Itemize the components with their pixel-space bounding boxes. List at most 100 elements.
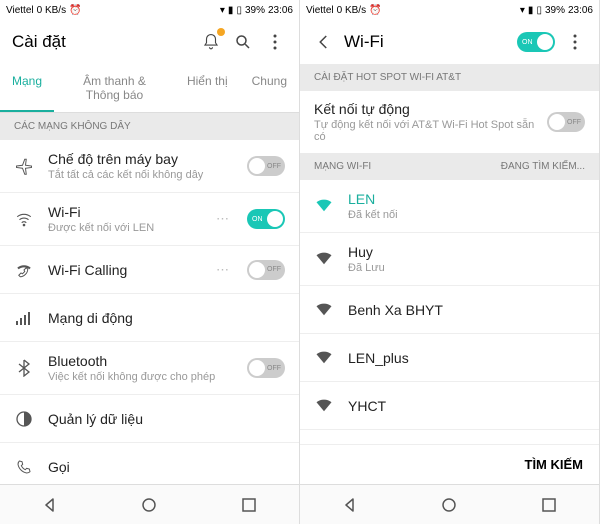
page-title: Cài đặt <box>12 32 191 52</box>
bluetooth-sub: Việc kết nối không được cho phép <box>48 371 233 383</box>
mobile-title: Mạng di động <box>48 310 285 326</box>
battery-icon: ▯ <box>236 5 242 16</box>
auto-connect-title: Kết nối tự động <box>314 101 537 117</box>
home-button[interactable] <box>138 494 160 516</box>
network-row[interactable]: LEN_plus <box>300 334 599 382</box>
page-title: Wi-Fi <box>344 32 509 52</box>
signal-icon: ▮ <box>528 5 534 16</box>
wifi-signal-icon <box>314 351 334 365</box>
wifi-calling-toggle[interactable]: OFF <box>247 260 285 280</box>
wifi-signal-icon <box>314 399 334 413</box>
wifi-calling-title: Wi-Fi Calling <box>48 262 202 278</box>
wifi-signal-icon <box>314 252 334 266</box>
phone-icon <box>14 459 34 475</box>
wifi-icon: ▾ <box>520 5 525 16</box>
back-button[interactable] <box>339 494 361 516</box>
tab-general[interactable]: Chung <box>240 64 299 112</box>
searching-label: ĐANG TÌM KIẾM... <box>501 161 585 172</box>
wifi-calling-icon <box>14 261 34 279</box>
data-rate: 0 KB/s <box>37 5 66 16</box>
carrier: Viettel <box>6 5 34 16</box>
alarm-icon: ⏰ <box>369 5 381 16</box>
network-status: Đã kết nối <box>348 209 585 221</box>
data-manager-icon <box>14 411 34 427</box>
more-dots: ⋯ <box>216 211 229 227</box>
network-name: Huy <box>348 244 585 260</box>
network-row[interactable]: Huy Đã Lưu <box>300 233 599 286</box>
wifi-sub: Được kết nối với LEN <box>48 222 202 234</box>
wifi-icon <box>14 210 34 228</box>
tab-display[interactable]: Hiển thị <box>175 64 240 112</box>
wifi-master-toggle[interactable]: ON <box>517 32 555 52</box>
airplane-title: Chế độ trên máy bay <box>48 151 233 167</box>
wifi-row[interactable]: Wi-Fi Được kết nối với LEN ⋯ ON <box>0 193 299 246</box>
network-row[interactable]: YHCT <box>300 382 599 430</box>
airplane-toggle[interactable]: OFF <box>247 156 285 176</box>
airplane-icon <box>14 157 34 175</box>
mobile-row[interactable]: Mạng di động <box>0 294 299 342</box>
header: Cài đặt <box>0 20 299 64</box>
networks-label: MẠNG WI-FI <box>314 161 371 172</box>
network-name: YHCT <box>348 398 585 414</box>
wifi-screen: Viettel 0 KB/s ⏰ ▾ ▮ ▯ 39% 23:06 Wi-Fi O… <box>300 0 600 524</box>
bluetooth-row[interactable]: Bluetooth Việc kết nối không được cho ph… <box>0 342 299 395</box>
clock: 23:06 <box>268 5 293 16</box>
bluetooth-title: Bluetooth <box>48 353 233 369</box>
network-name: LEN <box>348 191 585 207</box>
wifi-signal-icon <box>314 303 334 317</box>
wifi-icon: ▾ <box>220 5 225 16</box>
status-bar: Viettel 0 KB/s ⏰ ▾ ▮ ▯ 39% 23:06 <box>0 0 299 20</box>
bluetooth-icon <box>14 359 34 377</box>
tabs: Mạng Âm thanh & Thông báo Hiển thị Chung <box>0 64 299 113</box>
wifi-calling-row[interactable]: Wi-Fi Calling ⋯ OFF <box>0 246 299 294</box>
signal-bars-icon <box>14 311 34 325</box>
airplane-row[interactable]: Chế độ trên máy bay Tắt tất cả các kết n… <box>0 140 299 193</box>
networks-section-header: MẠNG WI-FI ĐANG TÌM KIẾM... <box>300 153 599 180</box>
airplane-sub: Tắt tất cả các kết nối không dây <box>48 169 233 181</box>
data-rate: 0 KB/s <box>337 5 366 16</box>
nav-bar <box>0 484 299 524</box>
clock: 23:06 <box>568 5 593 16</box>
call-row[interactable]: Gọi <box>0 443 299 484</box>
battery-icon: ▯ <box>536 5 542 16</box>
data-manager-title: Quản lý dữ liệu <box>48 411 285 427</box>
call-title: Gọi <box>48 459 285 475</box>
network-status: Đã Lưu <box>348 262 585 274</box>
overflow-icon[interactable] <box>563 30 587 54</box>
back-button[interactable] <box>39 494 61 516</box>
wifi-title: Wi-Fi <box>48 204 202 220</box>
auto-connect-sub: Tự động kết nối với AT&T Wi-Fi Hot Spot … <box>314 119 537 143</box>
recent-button[interactable] <box>538 494 560 516</box>
wireless-section-header: CÁC MẠNG KHÔNG DÂY <box>0 113 299 140</box>
search-action[interactable]: TÌM KIẾM <box>300 444 599 484</box>
home-button[interactable] <box>438 494 460 516</box>
wifi-toggle[interactable]: ON <box>247 209 285 229</box>
battery-pct: 39% <box>245 5 265 16</box>
wifi-signal-icon <box>314 199 334 213</box>
back-icon[interactable] <box>312 30 336 54</box>
status-bar: Viettel 0 KB/s ⏰ ▾ ▮ ▯ 39% 23:06 <box>300 0 599 20</box>
more-dots: ⋯ <box>216 262 229 278</box>
network-row[interactable]: Benh Xa BHYT <box>300 286 599 334</box>
auto-connect-toggle[interactable]: OFF <box>547 112 585 132</box>
hotspot-section-header: CÀI ĐẶT HOT SPOT WI-FI AT&T <box>300 64 599 91</box>
carrier: Viettel <box>306 5 334 16</box>
network-name: LEN_plus <box>348 350 585 366</box>
network-row[interactable]: LEN Đã kết nối <box>300 180 599 233</box>
tab-network[interactable]: Mạng <box>0 64 54 112</box>
nav-bar <box>300 484 599 524</box>
alarm-icon: ⏰ <box>69 5 81 16</box>
overflow-icon[interactable] <box>263 30 287 54</box>
settings-screen: Viettel 0 KB/s ⏰ ▾ ▮ ▯ 39% 23:06 Cài đặt… <box>0 0 300 524</box>
signal-icon: ▮ <box>228 5 234 16</box>
data-manager-row[interactable]: Quản lý dữ liệu <box>0 395 299 443</box>
tab-sound[interactable]: Âm thanh & Thông báo <box>54 64 175 112</box>
recent-button[interactable] <box>238 494 260 516</box>
battery-pct: 39% <box>545 5 565 16</box>
header: Wi-Fi ON <box>300 20 599 64</box>
bell-icon[interactable] <box>199 30 223 54</box>
auto-connect-row[interactable]: Kết nối tự động Tự động kết nối với AT&T… <box>300 91 599 153</box>
network-name: Benh Xa BHYT <box>348 302 585 318</box>
bluetooth-toggle[interactable]: OFF <box>247 358 285 378</box>
search-icon[interactable] <box>231 30 255 54</box>
